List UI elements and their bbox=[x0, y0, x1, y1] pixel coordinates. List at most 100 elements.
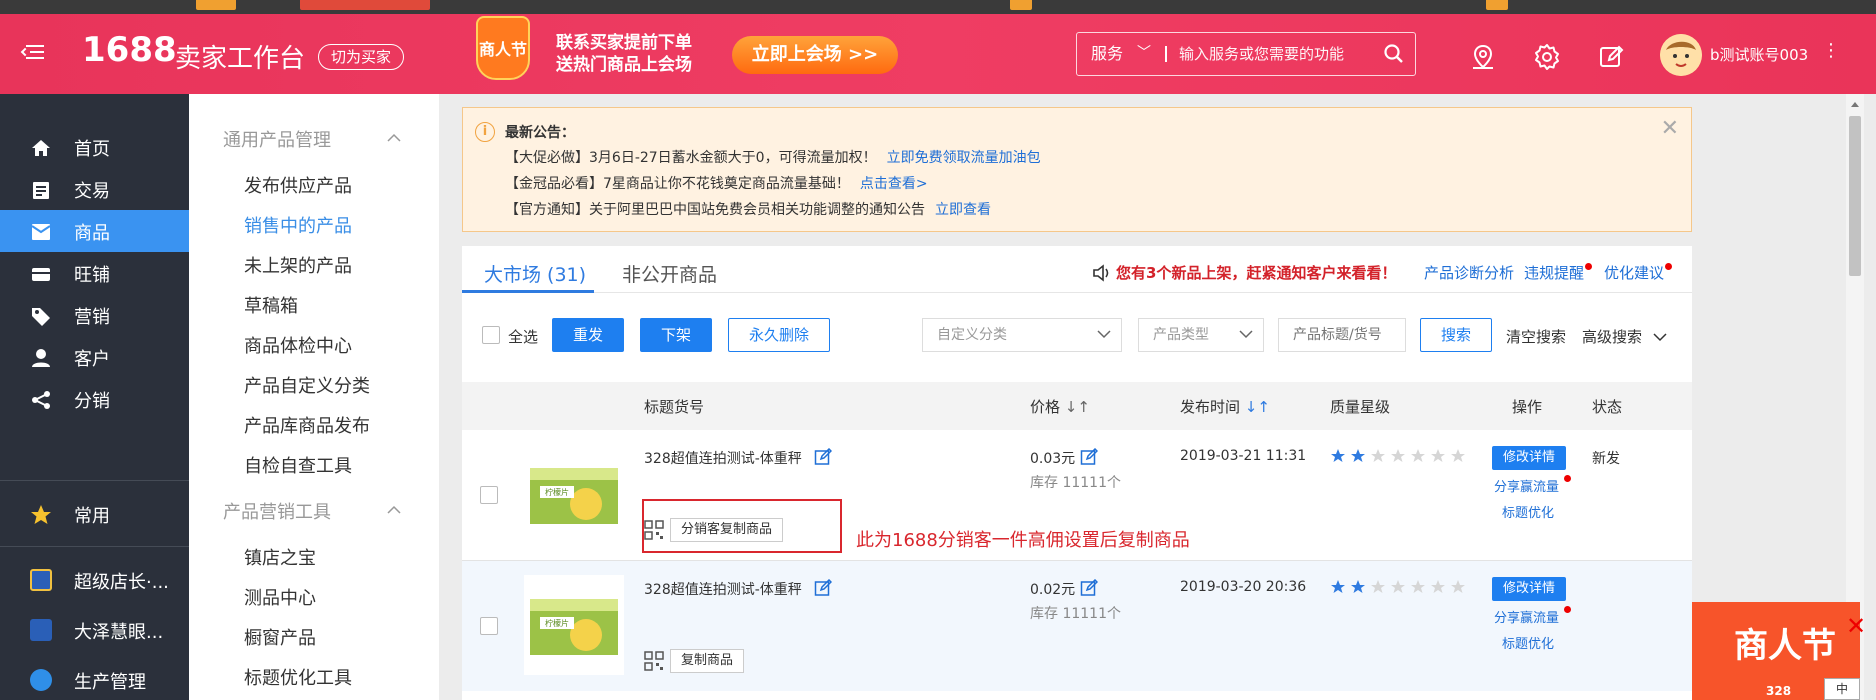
share-traffic-link[interactable]: 分享赢流量 bbox=[1494, 476, 1559, 495]
column-price[interactable]: 价格 ↓↑ bbox=[1030, 396, 1090, 417]
product-type-select[interactable]: 产品类型 bbox=[1138, 318, 1264, 352]
share-traffic-link[interactable]: 分享赢流量 bbox=[1494, 607, 1559, 626]
subnav-item[interactable]: 产品库商品发布 bbox=[244, 412, 370, 438]
product-title[interactable]: 328超值连拍测试-体重秤 bbox=[644, 448, 802, 468]
share-icon bbox=[32, 391, 50, 409]
edit-icon[interactable] bbox=[814, 579, 832, 597]
product-thumbnail[interactable]: 柠檬片 bbox=[524, 575, 624, 675]
info-icon: i bbox=[475, 122, 495, 142]
row-checkbox[interactable] bbox=[480, 486, 498, 504]
subnav-item[interactable]: 草稿箱 bbox=[244, 292, 298, 318]
star-filled-icon bbox=[1331, 580, 1345, 593]
nav-item-marketing[interactable]: 营销 bbox=[0, 294, 189, 336]
nav-item-home[interactable]: 首页 bbox=[0, 126, 189, 168]
close-icon[interactable]: ✕ bbox=[1846, 612, 1866, 640]
nav-label: 超级店长·... bbox=[74, 572, 169, 593]
nav-item-common[interactable]: 常用 bbox=[0, 493, 189, 535]
chevron-up-icon[interactable] bbox=[387, 131, 401, 145]
nav-item-products[interactable]: 商品 bbox=[0, 210, 189, 252]
product-diagnosis-link[interactable]: 产品诊断分析 bbox=[1424, 262, 1514, 283]
sort-icon[interactable]: ↓↑ bbox=[1245, 398, 1270, 416]
select-all-checkbox[interactable] bbox=[482, 326, 500, 344]
subnav-item[interactable]: 镇店之宝 bbox=[244, 544, 316, 570]
violation-reminder-link[interactable]: 违规提醒 bbox=[1524, 262, 1584, 283]
search-input[interactable] bbox=[1179, 33, 1379, 75]
edit-details-button[interactable]: 修改详情 bbox=[1492, 446, 1566, 470]
title-optimize-link[interactable]: 标题优化 bbox=[1502, 502, 1554, 521]
announcement-link[interactable]: 立即免费领取流量加油包 bbox=[887, 150, 1041, 166]
republish-button[interactable]: 重发 bbox=[552, 318, 624, 352]
logo[interactable]: 1688 bbox=[82, 30, 177, 70]
more-icon[interactable]: ⋮ bbox=[1822, 40, 1840, 61]
thumbnail-text: 柠檬片 bbox=[545, 618, 569, 628]
app-logo-icon bbox=[30, 569, 52, 591]
sort-icon[interactable]: ↓↑ bbox=[1065, 398, 1090, 416]
edit-price-icon[interactable] bbox=[1080, 448, 1098, 466]
star-empty-icon bbox=[1371, 580, 1385, 593]
edit-icon[interactable] bbox=[1596, 42, 1626, 72]
product-title[interactable]: 328超值连拍测试-体重秤 bbox=[644, 579, 802, 599]
nav-app-super-manager[interactable]: 超级店长·... bbox=[0, 559, 189, 601]
scroll-up-icon[interactable] bbox=[1850, 100, 1860, 108]
avatar[interactable] bbox=[1660, 34, 1702, 76]
nav-app-dazehuiyan[interactable]: 大泽慧眼... bbox=[0, 609, 189, 651]
subnav-item[interactable]: 未上架的产品 bbox=[244, 252, 352, 278]
nav-item-distribution[interactable]: 分销 bbox=[0, 378, 189, 420]
clear-search-link[interactable]: 清空搜索 bbox=[1506, 326, 1566, 347]
chevron-up-icon[interactable] bbox=[387, 503, 401, 517]
subnav-group-title[interactable]: 通用产品管理 bbox=[223, 126, 331, 152]
subnav-item[interactable]: 橱窗产品 bbox=[244, 624, 316, 650]
scrollbar-thumb[interactable] bbox=[1849, 116, 1861, 276]
subnav-item[interactable]: 产品自定义分类 bbox=[244, 372, 370, 398]
column-time[interactable]: 发布时间 ↓↑ bbox=[1180, 396, 1270, 417]
subnav-item[interactable]: 测品中心 bbox=[244, 584, 316, 610]
promo-badge-logo[interactable]: 商人节 bbox=[476, 16, 530, 80]
custom-category-select[interactable]: 自定义分类 bbox=[922, 318, 1122, 352]
title-optimize-link[interactable]: 标题优化 bbox=[1502, 633, 1554, 652]
nav-item-trade[interactable]: 交易 bbox=[0, 168, 189, 210]
advanced-search-link[interactable]: 高级搜索 bbox=[1582, 326, 1667, 347]
nav-label: 营销 bbox=[74, 307, 110, 328]
optimization-link[interactable]: 优化建议 bbox=[1604, 262, 1664, 283]
menu-collapse-icon[interactable] bbox=[20, 42, 46, 62]
delete-permanently-button[interactable]: 永久删除 bbox=[728, 318, 830, 352]
tab-private-products[interactable]: 非公开商品 bbox=[622, 260, 717, 287]
row-checkbox[interactable] bbox=[480, 617, 498, 635]
delist-button[interactable]: 下架 bbox=[640, 318, 712, 352]
subnav-item[interactable]: 标题优化工具 bbox=[244, 664, 352, 690]
search-icon[interactable] bbox=[1383, 43, 1405, 65]
switch-to-buyer-button[interactable]: 切为买家 bbox=[318, 44, 405, 70]
subnav-item-active[interactable]: 销售中的产品 bbox=[244, 212, 352, 238]
chevron-down-icon[interactable]: ﹀ bbox=[1137, 33, 1151, 73]
ime-indicator[interactable]: 中 bbox=[1824, 678, 1860, 700]
promo-text: 联系买家提前下单 送热门商品上会场 bbox=[556, 32, 692, 76]
select-all-label[interactable]: 全选 bbox=[508, 326, 538, 347]
nav-item-customers[interactable]: 客户 bbox=[0, 336, 189, 378]
announcement-link[interactable]: 立即查看 bbox=[935, 202, 991, 218]
close-icon[interactable]: ✕ bbox=[1661, 116, 1679, 141]
promo-enter-button[interactable]: 立即上会场 >> bbox=[732, 36, 898, 74]
subnav-group-title[interactable]: 产品营销工具 bbox=[223, 498, 331, 524]
search-divider bbox=[1165, 46, 1167, 62]
subnav-item[interactable]: 商品体检中心 bbox=[244, 332, 352, 358]
announcement-link[interactable]: 点击查看> bbox=[860, 176, 928, 192]
nav-app-production[interactable]: 生产管理 bbox=[0, 659, 189, 700]
copy-product-button[interactable]: 复制商品 bbox=[670, 649, 745, 673]
keyword-input[interactable] bbox=[1278, 318, 1406, 352]
edit-details-button[interactable]: 修改详情 bbox=[1492, 577, 1566, 601]
logo-subtitle: 卖家工作台 bbox=[175, 44, 306, 74]
gear-icon[interactable] bbox=[1532, 42, 1562, 72]
product-thumbnail[interactable]: 柠檬片 bbox=[524, 444, 624, 544]
location-icon[interactable] bbox=[1468, 42, 1498, 72]
edit-price-icon[interactable] bbox=[1080, 579, 1098, 597]
search-button[interactable]: 搜索 bbox=[1420, 318, 1492, 352]
nav-item-shop[interactable]: 旺铺 bbox=[0, 252, 189, 294]
tab-public-market[interactable]: 大市场 (31) bbox=[484, 260, 586, 287]
search-category-select[interactable]: 服务 bbox=[1091, 33, 1123, 75]
subnav-item[interactable]: 发布供应产品 bbox=[244, 172, 352, 198]
subnav-item[interactable]: 自检自查工具 bbox=[244, 452, 352, 478]
chevron-down-icon bbox=[1097, 330, 1111, 339]
edit-icon[interactable] bbox=[814, 448, 832, 466]
account-name[interactable]: b测试账号003 bbox=[1710, 44, 1808, 65]
new-product-alert[interactable]: 您有3个新品上架，赶紧通知客户来看看！ bbox=[1116, 262, 1396, 283]
